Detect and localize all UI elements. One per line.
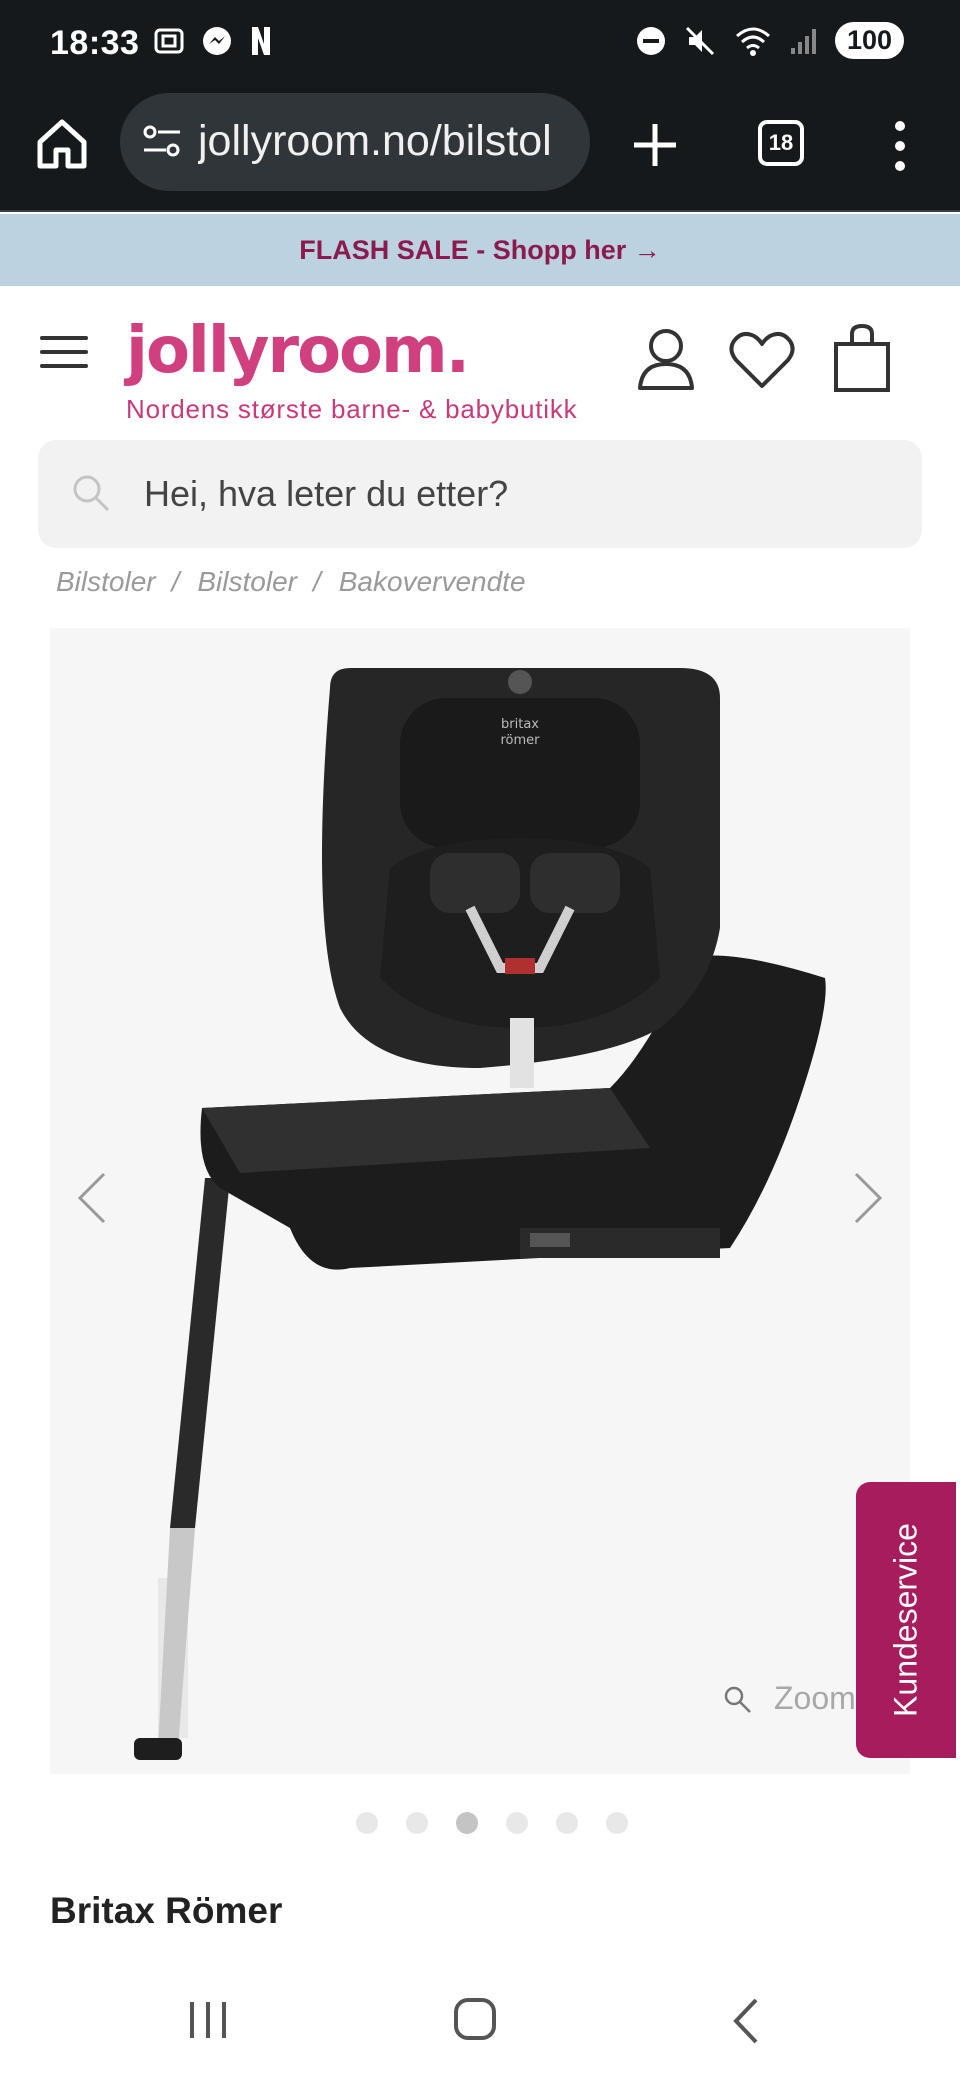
breadcrumb-separator: / [171,566,180,597]
site-settings-icon[interactable] [140,119,184,163]
carousel-dot-active[interactable] [456,1812,478,1834]
next-image-arrow[interactable] [848,1168,888,1228]
zoom-label: Zoom [774,1680,856,1716]
netflix-icon [252,27,270,55]
shopping-bag-icon[interactable] [832,322,892,394]
url-text[interactable]: jollyroom.no/bilstol [198,117,578,166]
back-icon[interactable] [726,1996,766,2046]
wishlist-heart-icon[interactable] [728,330,796,390]
site-logo[interactable]: jollyroom. [126,314,470,388]
battery-indicator: 100 [834,22,904,59]
carousel-dot[interactable] [556,1812,578,1834]
signal-icon [790,28,816,54]
site-header: jollyroom. Nordens største barne- & baby… [0,286,960,436]
dnd-icon [636,26,665,55]
zoom-magnifier-icon [724,1686,751,1713]
mute-icon [685,26,714,55]
carousel-dot[interactable] [506,1812,528,1834]
search-icon [73,475,110,512]
breadcrumb-item-bilstoler[interactable]: Bilstoler [56,566,156,598]
screenshot-icon [154,28,184,54]
product-image-carousel[interactable]: britax römer Zoom [50,628,910,1774]
carousel-dots [356,1812,628,1834]
status-right-icons: 100 [635,22,904,59]
car-seat-image: britax römer [134,668,826,1760]
search-input[interactable] [144,464,884,524]
recent-apps-icon[interactable] [186,1998,230,2042]
zoom-control[interactable]: Zoom [722,1680,856,1717]
status-left-icons [152,24,274,58]
home-nav-icon[interactable] [452,1996,498,2042]
previous-image-arrow[interactable] [72,1168,112,1228]
customer-service-label: Kundeservice [887,1523,924,1717]
flash-sale-banner[interactable]: FLASH SALE - Shopp her → [0,214,960,286]
carousel-dot[interactable] [406,1812,428,1834]
wifi-icon [735,27,770,56]
system-navigation-bar [0,1966,960,2080]
account-icon[interactable] [636,326,696,390]
browser-toolbar: jollyroom.no/bilstol 18 [0,90,960,212]
breadcrumb: Bilstoler / Bilstoler / Bakovervendte [56,566,542,598]
address-bar[interactable]: jollyroom.no/bilstol [120,93,590,191]
home-icon[interactable] [34,116,90,172]
status-bar: 18:33 100 [0,0,960,90]
search-bar [38,440,922,548]
menu-icon[interactable] [40,334,88,370]
breadcrumb-item-bakovervendte[interactable]: Bakovervendte [339,566,526,598]
carousel-dot[interactable] [606,1812,628,1834]
svg-text:britax: britax [501,717,539,732]
new-tab-icon[interactable] [628,118,682,172]
breadcrumb-separator: / [312,566,321,597]
customer-service-tab[interactable]: Kundeservice [856,1482,956,1758]
status-time: 18:33 [50,24,140,62]
site-tagline: Nordens største barne- & babybutikk [126,394,578,424]
tab-switcher-button[interactable]: 18 [758,120,804,166]
more-menu-icon[interactable] [880,118,920,174]
product-brand[interactable]: Britax Römer [50,1890,282,1932]
breadcrumb-item-bilstoler-2[interactable]: Bilstoler [197,566,297,598]
carousel-dot[interactable] [356,1812,378,1834]
messenger-icon [203,27,231,55]
svg-text:römer: römer [500,733,540,748]
